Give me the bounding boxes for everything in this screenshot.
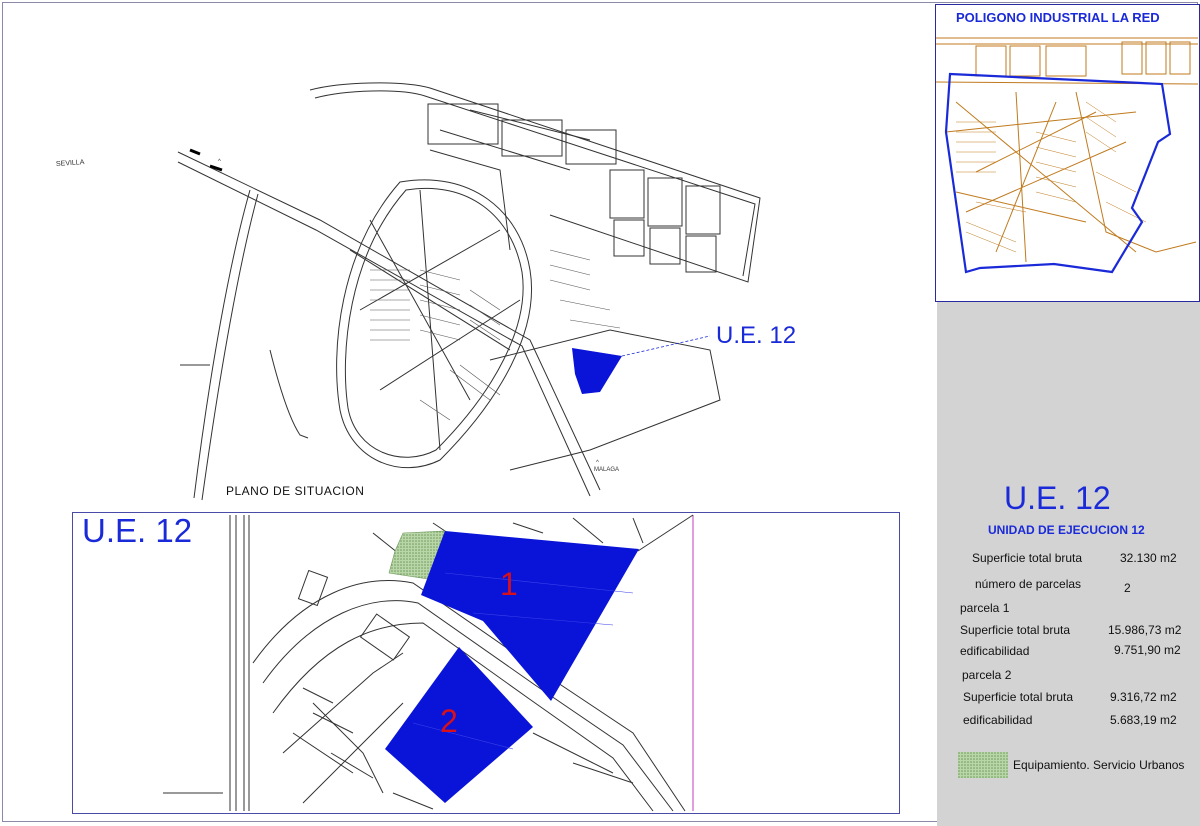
parcel-1-heading: parcela 1 bbox=[960, 601, 1010, 615]
svg-text:^: ^ bbox=[596, 460, 599, 466]
situation-plan-map: ^ ^ bbox=[177, 82, 761, 501]
gross-area-label: Superficie total bruta bbox=[972, 551, 1083, 565]
parcel-1-buildability-label: edificabilidad bbox=[960, 644, 1030, 658]
parcel-1-label: 1 bbox=[500, 566, 518, 602]
inset-boundary bbox=[944, 72, 1172, 274]
svg-text:^: ^ bbox=[218, 159, 221, 165]
site-ue12-marker bbox=[572, 348, 622, 394]
parcel-2-area bbox=[385, 647, 533, 803]
parcel-2-label: 2 bbox=[440, 703, 458, 739]
parcel-2-heading: parcela 2 bbox=[962, 668, 1012, 682]
detail-plan-map bbox=[163, 514, 694, 812]
gross-area-value: 32.130 m2 bbox=[1120, 551, 1177, 565]
legend-equipment-swatch bbox=[958, 752, 1008, 778]
site-callout-label: U.E. 12 bbox=[716, 322, 797, 349]
parcel-2-buildability-label: edificabilidad bbox=[963, 713, 1033, 727]
parcel-2-gross-area-value: 9.316,72 m2 bbox=[1110, 690, 1177, 704]
num-parcels-label: número de parcelas bbox=[975, 577, 1082, 591]
situation-plan-label: PLANO DE SITUACION bbox=[226, 484, 365, 498]
inset-map-drawing bbox=[936, 37, 1198, 274]
inset-map-title: POLIGONO INDUSTRIAL LA RED bbox=[956, 10, 1160, 25]
road-label-south: MALAGA bbox=[594, 467, 620, 473]
parcel-1-gross-area-value: 15.986,73 m2 bbox=[1108, 623, 1182, 637]
parcel-2-buildability-value: 5.683,19 m2 bbox=[1110, 713, 1177, 727]
parcel-1-gross-area-label: Superficie total bruta bbox=[960, 623, 1071, 637]
info-panel-title: U.E. 12 bbox=[1004, 480, 1111, 516]
parcel-1-buildability-value: 9.751,90 m2 bbox=[1114, 643, 1181, 657]
info-panel-subtitle: UNIDAD DE EJECUCION 12 bbox=[988, 523, 1145, 537]
legend-equipment-label: Equipamiento. Servicio Urbanos bbox=[1013, 758, 1185, 772]
num-parcels-value: 2 bbox=[1124, 581, 1131, 595]
parcel-2-gross-area-label: Superficie total bruta bbox=[963, 690, 1074, 704]
